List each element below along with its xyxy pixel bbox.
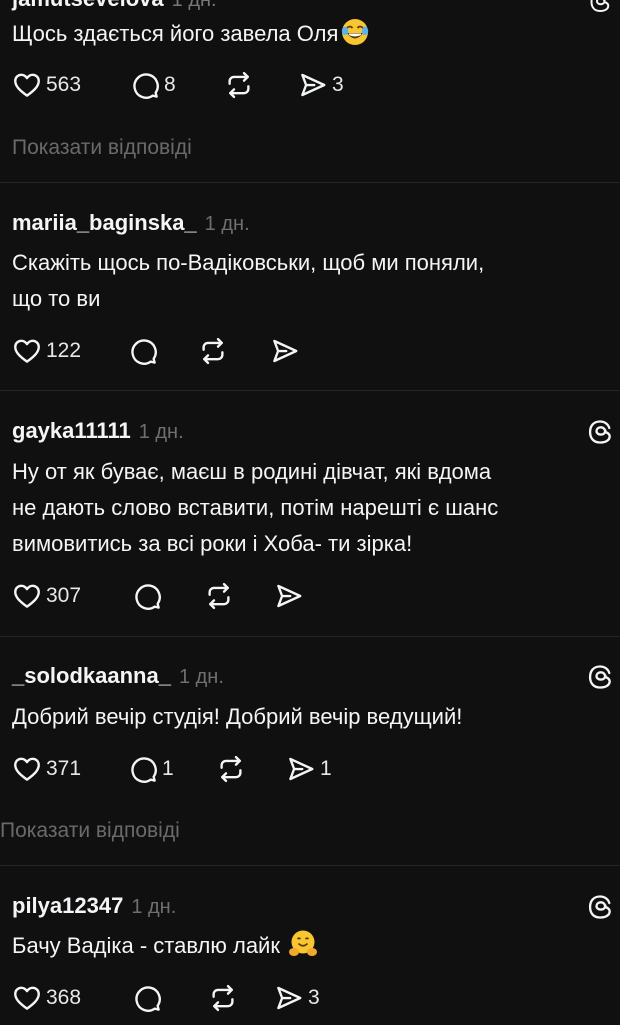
heart-icon	[12, 336, 42, 366]
hugging-face-icon	[288, 930, 317, 956]
threads-icon[interactable]	[586, 418, 614, 446]
comment-actions: 307	[12, 579, 412, 613]
share-button[interactable]: 3	[298, 68, 344, 102]
comment-bubble-icon	[128, 336, 158, 366]
heart-icon	[12, 754, 42, 784]
share-button[interactable]	[270, 334, 300, 368]
username[interactable]: jamutsevelova	[12, 0, 164, 11]
comment-actions: 368 3	[12, 981, 412, 1015]
like-count: 307	[46, 584, 82, 607]
comment-actions: 371 1 1	[12, 752, 412, 786]
divider	[0, 865, 620, 866]
send-icon	[274, 581, 304, 611]
comment-header: mariia_baginska_ 1 дн.	[12, 210, 250, 240]
repost-icon	[224, 70, 254, 100]
comment-time: 1 дн.	[178, 666, 224, 688]
reply-count: 1	[162, 757, 174, 780]
comment-time: 1 дн.	[204, 213, 250, 235]
like-button[interactable]: 122	[12, 334, 81, 368]
username[interactable]: gayka11111	[12, 418, 131, 443]
reply-count: 8	[164, 73, 176, 96]
share-button[interactable]: 1	[286, 752, 332, 786]
comment-text: Ну от як буває, маєш в родині дівчат, як…	[12, 459, 499, 556]
like-button[interactable]: 371	[12, 752, 81, 786]
like-count: 371	[46, 757, 82, 780]
share-button[interactable]	[274, 579, 304, 613]
send-icon	[286, 754, 316, 784]
threads-icon[interactable]	[586, 663, 614, 691]
repost-button[interactable]	[208, 981, 238, 1015]
repost-button[interactable]	[204, 579, 234, 613]
comment-actions: 122	[12, 334, 412, 368]
username[interactable]: mariia_baginska_	[12, 210, 197, 235]
like-button[interactable]: 368	[12, 981, 81, 1015]
heart-icon	[12, 983, 42, 1013]
comment-time: 1 дн.	[171, 0, 217, 11]
like-button[interactable]: 307	[12, 579, 81, 613]
heart-icon	[12, 581, 42, 611]
comment-time: 1 дн.	[131, 896, 177, 918]
share-button[interactable]: 3	[274, 981, 320, 1015]
comment-text: Бачу Вадіка - ставлю лайк	[12, 928, 608, 964]
like-count: 122	[46, 339, 82, 362]
send-icon	[270, 336, 300, 366]
repost-icon	[216, 754, 246, 784]
divider	[0, 182, 620, 183]
show-replies-link[interactable]: Показати відповіді	[0, 819, 180, 843]
comment-actions: 563 8 3	[12, 68, 412, 102]
like-button[interactable]: 563	[12, 68, 81, 102]
repost-button[interactable]	[198, 334, 228, 368]
comment-bubble-icon	[132, 581, 162, 611]
send-icon	[298, 70, 328, 100]
threads-icon[interactable]	[586, 893, 614, 921]
comment-bubble-icon	[128, 754, 158, 784]
reply-button[interactable]: 1	[128, 752, 174, 786]
show-replies-link[interactable]: Показати відповіді	[12, 136, 192, 160]
repost-icon	[208, 983, 238, 1013]
reply-button[interactable]	[132, 981, 162, 1015]
reply-button[interactable]	[128, 334, 158, 368]
repost-icon	[198, 336, 228, 366]
repost-button[interactable]	[224, 68, 254, 102]
like-count: 368	[46, 986, 82, 1009]
comment-text: Щось здається його завела Оля	[12, 16, 608, 52]
share-count: 3	[308, 986, 320, 1009]
face-with-tears-of-joy-icon	[342, 19, 369, 45]
comment-bubble-icon	[132, 983, 162, 1013]
share-count: 1	[320, 757, 332, 780]
share-count: 3	[332, 73, 344, 96]
comment-text: Скажіть щось по-Вадіковськи, щоб ми поня…	[12, 250, 485, 311]
send-icon	[274, 983, 304, 1013]
like-count: 563	[46, 73, 82, 96]
username[interactable]: _solodkaanna_	[12, 663, 171, 688]
comment-header: gayka11111 1 дн.	[12, 418, 184, 448]
divider	[0, 636, 620, 637]
username[interactable]: pilya12347	[12, 893, 123, 918]
comment-text: Добрий вечір студія! Добрий вечір ведущи…	[12, 704, 463, 729]
reply-button[interactable]	[132, 579, 162, 613]
comment-header: pilya12347 1 дн.	[12, 893, 176, 923]
threads-icon[interactable]	[588, 0, 612, 14]
repost-icon	[204, 581, 234, 611]
comment-time: 1 дн.	[138, 421, 184, 443]
comment-username-partial[interactable]: jamutsevelova 1 дн.	[12, 0, 217, 12]
repost-button[interactable]	[216, 752, 246, 786]
comment-bubble-icon	[130, 70, 160, 100]
reply-button[interactable]: 8	[130, 68, 176, 102]
divider	[0, 390, 620, 391]
comment-header: _solodkaanna_ 1 дн.	[12, 663, 224, 693]
heart-icon	[12, 70, 42, 100]
